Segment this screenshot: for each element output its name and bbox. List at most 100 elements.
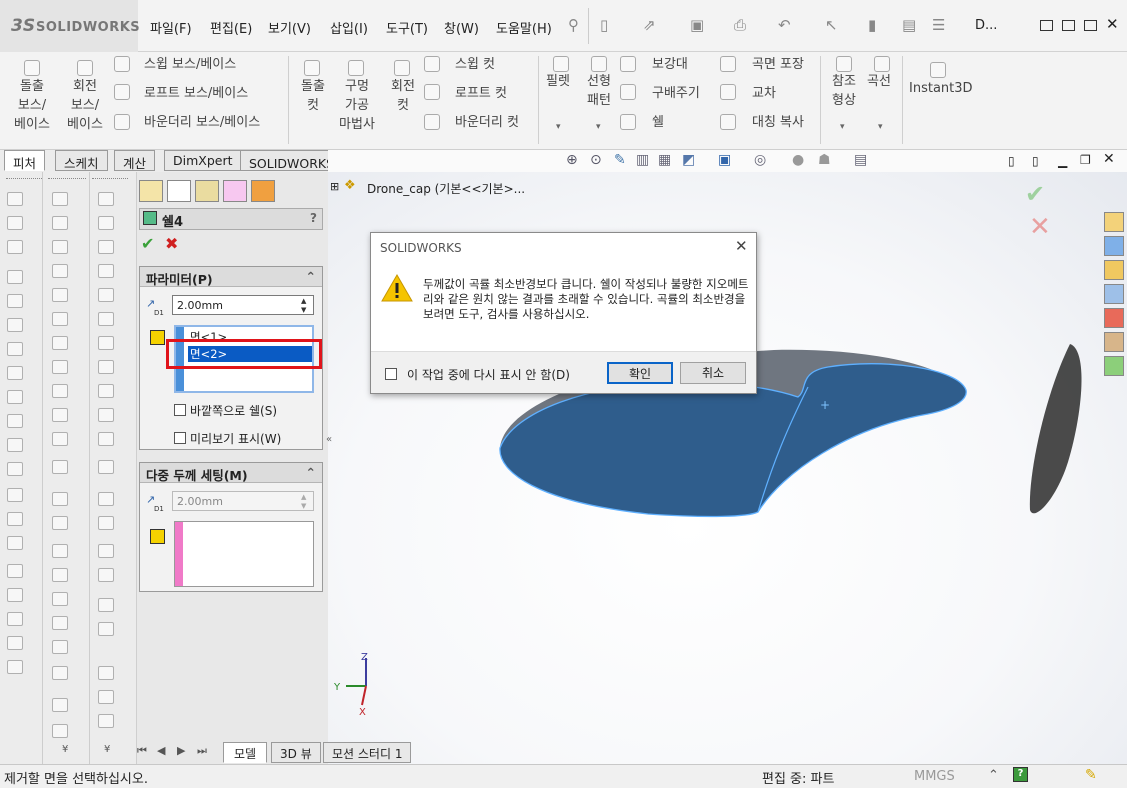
boundary-boss-button[interactable]: 바운더리 보스/베이스	[144, 113, 260, 132]
revolve-cut-button[interactable]: 회전 컷	[384, 77, 422, 115]
close-doc-icon[interactable]: ✕	[1103, 151, 1115, 167]
new-doc-icon[interactable]: ▯	[600, 16, 608, 34]
revolve-boss-button[interactable]: 회전 보스/ 베이스	[61, 77, 109, 134]
extrude-cut-button[interactable]: 돌출 컷	[294, 77, 332, 115]
chevron-down-icon[interactable]: ¥	[104, 744, 110, 755]
tool-icon[interactable]	[7, 318, 23, 332]
minimize-doc-icon[interactable]: ▁	[1058, 154, 1067, 168]
thickness-input[interactable]: 2.00mm	[172, 295, 314, 315]
zoom-fit-icon[interactable]: ⊕	[566, 152, 578, 168]
task-home-icon[interactable]	[1104, 212, 1124, 232]
tool-icon[interactable]	[7, 270, 23, 284]
tool-icon[interactable]	[98, 622, 114, 636]
units-indicator[interactable]: MMGS	[914, 769, 955, 784]
previous-view-icon[interactable]: ✎	[614, 152, 626, 168]
tab-evaluate[interactable]: 계산	[114, 150, 156, 171]
tool-icon[interactable]	[7, 588, 23, 602]
rebuild-icon[interactable]: ▮	[868, 16, 876, 34]
linear-pattern-button[interactable]: 선형 패턴	[582, 72, 616, 110]
tab-scroll-prev-icon[interactable]: ◀	[157, 744, 165, 757]
tool-icon[interactable]	[7, 240, 23, 254]
tool-icon[interactable]	[52, 336, 68, 350]
close-icon[interactable]: ✕	[1106, 15, 1119, 33]
tool-icon[interactable]	[52, 544, 68, 558]
tool-icon[interactable]	[52, 568, 68, 582]
multi-thickness-faces-list[interactable]	[174, 521, 314, 587]
preview-checkbox[interactable]	[174, 432, 186, 444]
tab-scroll-last-icon[interactable]: ⏭	[197, 744, 207, 758]
maximize-icon[interactable]	[1084, 20, 1097, 31]
task-appearance-icon[interactable]	[1104, 308, 1124, 328]
restore-layout-icon[interactable]	[1040, 20, 1053, 31]
curves-button[interactable]: 곡선	[867, 72, 891, 91]
shell-outward-checkbox[interactable]	[174, 404, 186, 416]
restore-doc-icon[interactable]: ❐	[1080, 153, 1091, 167]
tool-icon[interactable]	[52, 640, 68, 654]
multi-thickness-input[interactable]: 2.00mm	[172, 491, 314, 511]
tool-icon[interactable]	[7, 414, 23, 428]
spin-down-icon[interactable]: ▼	[301, 502, 306, 510]
multi-thickness-header[interactable]: 다중 두께 세팅(M) ⌃	[140, 463, 322, 483]
print-icon[interactable]: ⎙	[734, 16, 746, 34]
configuration-tab-icon[interactable]	[195, 180, 219, 202]
display-manager-tab-icon[interactable]	[251, 180, 275, 202]
tool-icon[interactable]	[98, 240, 114, 254]
property-manager-tab-icon[interactable]	[167, 180, 191, 202]
tool-icon[interactable]	[52, 264, 68, 278]
spin-up-icon[interactable]: ▲	[301, 493, 306, 501]
tool-icon[interactable]	[52, 516, 68, 530]
tab-scroll-first-icon[interactable]: ⏮	[137, 744, 147, 758]
mirror-button[interactable]: 대칭 복사	[752, 113, 804, 132]
menu-tools[interactable]: 도구(T)	[386, 18, 428, 37]
dimxpert-tab-icon[interactable]	[223, 180, 247, 202]
tool-icon[interactable]	[7, 294, 23, 308]
menu-view[interactable]: 보기(V)	[268, 18, 311, 37]
tab-3d-view[interactable]: 3D 뷰	[271, 742, 321, 763]
tool-icon[interactable]	[7, 342, 23, 356]
menu-edit[interactable]: 편집(E)	[210, 18, 252, 37]
tool-icon[interactable]	[7, 512, 23, 526]
sweep-boss-button[interactable]: 스윕 보스/베이스	[144, 55, 236, 74]
task-library-icon[interactable]	[1104, 260, 1124, 280]
loft-boss-button[interactable]: 로프트 보스/베이스	[144, 84, 248, 103]
tool-icon[interactable]	[52, 288, 68, 302]
menu-help[interactable]: 도움말(H)	[496, 18, 552, 37]
sweep-cut-button[interactable]: 스윕 컷	[455, 55, 495, 74]
tool-icon[interactable]	[98, 312, 114, 326]
tool-icon[interactable]	[98, 288, 114, 302]
dont-show-checkbox[interactable]	[385, 368, 397, 380]
tag-icon[interactable]: ✎	[1085, 767, 1097, 783]
menu-file[interactable]: 파일(F)	[150, 18, 192, 37]
tool-icon[interactable]	[52, 432, 68, 446]
tab-scroll-next-icon[interactable]: ▶	[177, 744, 185, 757]
undo-icon[interactable]: ↶	[778, 16, 791, 34]
tool-icon[interactable]	[98, 336, 114, 350]
tool-icon[interactable]	[52, 616, 68, 630]
dynamic-annotation-icon[interactable]: ▦	[658, 152, 671, 168]
help-icon[interactable]: ?	[310, 211, 317, 225]
chevron-down-icon[interactable]: ¥	[62, 744, 68, 755]
scene-icon[interactable]: ☗	[818, 152, 831, 168]
view-settings-icon[interactable]: ▤	[854, 152, 867, 168]
spin-up-icon[interactable]: ▲	[301, 297, 306, 305]
options-icon[interactable]: ☰	[932, 16, 945, 34]
hide-show-icon[interactable]: ◎	[754, 152, 766, 168]
hole-wizard-button[interactable]: 구멍 가공 마법사	[334, 77, 380, 134]
chevron-down-icon[interactable]: ▾	[596, 122, 601, 132]
menu-insert[interactable]: 삽입(I)	[330, 18, 368, 37]
tool-icon[interactable]	[7, 366, 23, 380]
tool-icon[interactable]	[98, 666, 114, 680]
shell-button[interactable]: 쉘	[652, 113, 664, 132]
tab-motion-study[interactable]: 모션 스터디 1	[323, 742, 412, 763]
tool-icon[interactable]	[52, 666, 68, 680]
chevron-down-icon[interactable]: ▾	[556, 122, 561, 132]
tool-icon[interactable]	[98, 264, 114, 278]
collapse-icon[interactable]: ⌃	[306, 465, 316, 480]
tool-icon[interactable]	[7, 216, 23, 230]
open-icon[interactable]: ⇗	[643, 16, 656, 34]
extrude-boss-button[interactable]: 돌출 보스/ 베이스	[8, 77, 56, 134]
view-orientation-icon[interactable]: ◩	[682, 152, 695, 168]
tool-icon[interactable]	[52, 460, 68, 474]
tool-icon[interactable]	[98, 192, 114, 206]
tool-icon[interactable]	[7, 192, 23, 206]
